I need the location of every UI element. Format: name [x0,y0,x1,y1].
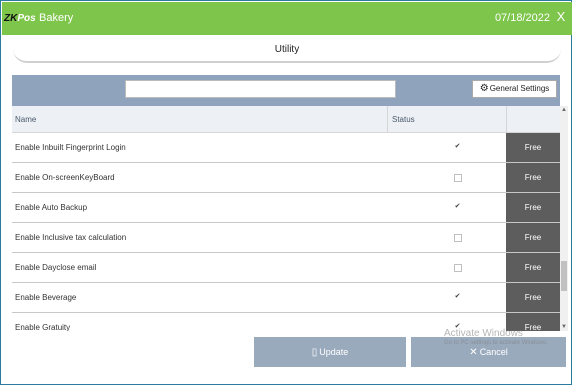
x-icon: ✕ [469,347,478,358]
section-title: Utility [13,38,561,63]
scroll-thumb[interactable] [561,261,567,291]
column-header-status: Status [387,106,506,133]
table-row: Enable Inclusive tax calculation Free [12,223,560,253]
update-label: Update [319,347,349,357]
table-row: Enable On-screenKeyBoard Free [12,163,560,193]
free-button[interactable]: Free [506,223,560,252]
toolbar: ⚙General Settings [12,75,560,106]
free-button[interactable]: Free [506,313,560,331]
row-status [387,223,506,253]
status-checkbox[interactable] [453,173,462,182]
row-status [387,253,506,283]
title-bar: ZKPos Bakery 07/18/2022 X [2,2,572,35]
general-settings-label: General Settings [489,84,550,93]
row-name: Enable Beverage [15,293,77,302]
status-checkbox[interactable] [453,263,462,272]
cancel-label: Cancel [479,347,508,357]
app-title: Bakery [39,12,74,24]
utility-table: Name Status Enable Inbuilt Fingerprint L… [12,106,560,331]
row-status: ✔ [387,313,506,331]
status-checkbox[interactable]: ✔ [453,323,462,331]
table-row: Enable Dayclose email Free [12,253,560,283]
table-row: Enable Inbuilt Fingerprint Login ✔ Free [12,133,560,163]
general-settings-button[interactable]: ⚙General Settings [472,80,557,98]
gear-icon: ⚙ [479,83,489,94]
update-button[interactable]: ▯ Update [254,337,406,367]
column-header-action [506,106,560,133]
row-status [387,163,506,193]
free-button[interactable]: Free [506,193,560,222]
logo-pos: Pos [17,13,36,24]
phone-icon: ▯ [311,347,318,358]
free-button[interactable]: Free [506,163,560,192]
row-name: Enable On-screenKeyBoard [15,173,115,182]
free-button[interactable]: Free [506,253,560,282]
table-scrollbar[interactable]: ▲ ▼ [560,106,568,331]
app-logo: ZKPos [4,13,36,24]
row-status: ✔ [387,193,506,223]
row-name: Enable Auto Backup [15,203,88,212]
scroll-up-icon[interactable]: ▲ [560,106,568,114]
free-button[interactable]: Free [506,133,560,162]
status-checkbox[interactable] [453,233,462,242]
row-name: Enable Inclusive tax calculation [15,233,127,242]
row-name: Enable Gratuity [15,323,71,331]
close-button[interactable]: X [554,8,568,26]
column-header-name: Name [12,106,387,133]
logo-zk: ZK [4,13,18,24]
scroll-down-icon[interactable]: ▼ [560,323,568,331]
status-checkbox[interactable]: ✔ [453,293,462,302]
status-checkbox[interactable]: ✔ [453,203,462,212]
status-checkbox[interactable]: ✔ [453,143,462,152]
search-input[interactable] [125,80,396,98]
row-status: ✔ [387,283,506,313]
row-name: Enable Dayclose email [15,263,97,272]
app-window: ZKPos Bakery 07/18/2022 X Utility ⚙Gener… [0,0,572,385]
row-status: ✔ [387,133,506,163]
table-row: Enable Auto Backup ✔ Free [12,193,560,223]
free-button[interactable]: Free [506,283,560,312]
table-row: Enable Beverage ✔ Free [12,283,560,313]
current-date: 07/18/2022 [494,12,550,24]
cancel-button[interactable]: ✕ Cancel [411,337,566,367]
table-row: Enable Gratuity ✔ Free [12,313,560,331]
row-name: Enable Inbuilt Fingerprint Login [15,143,126,152]
